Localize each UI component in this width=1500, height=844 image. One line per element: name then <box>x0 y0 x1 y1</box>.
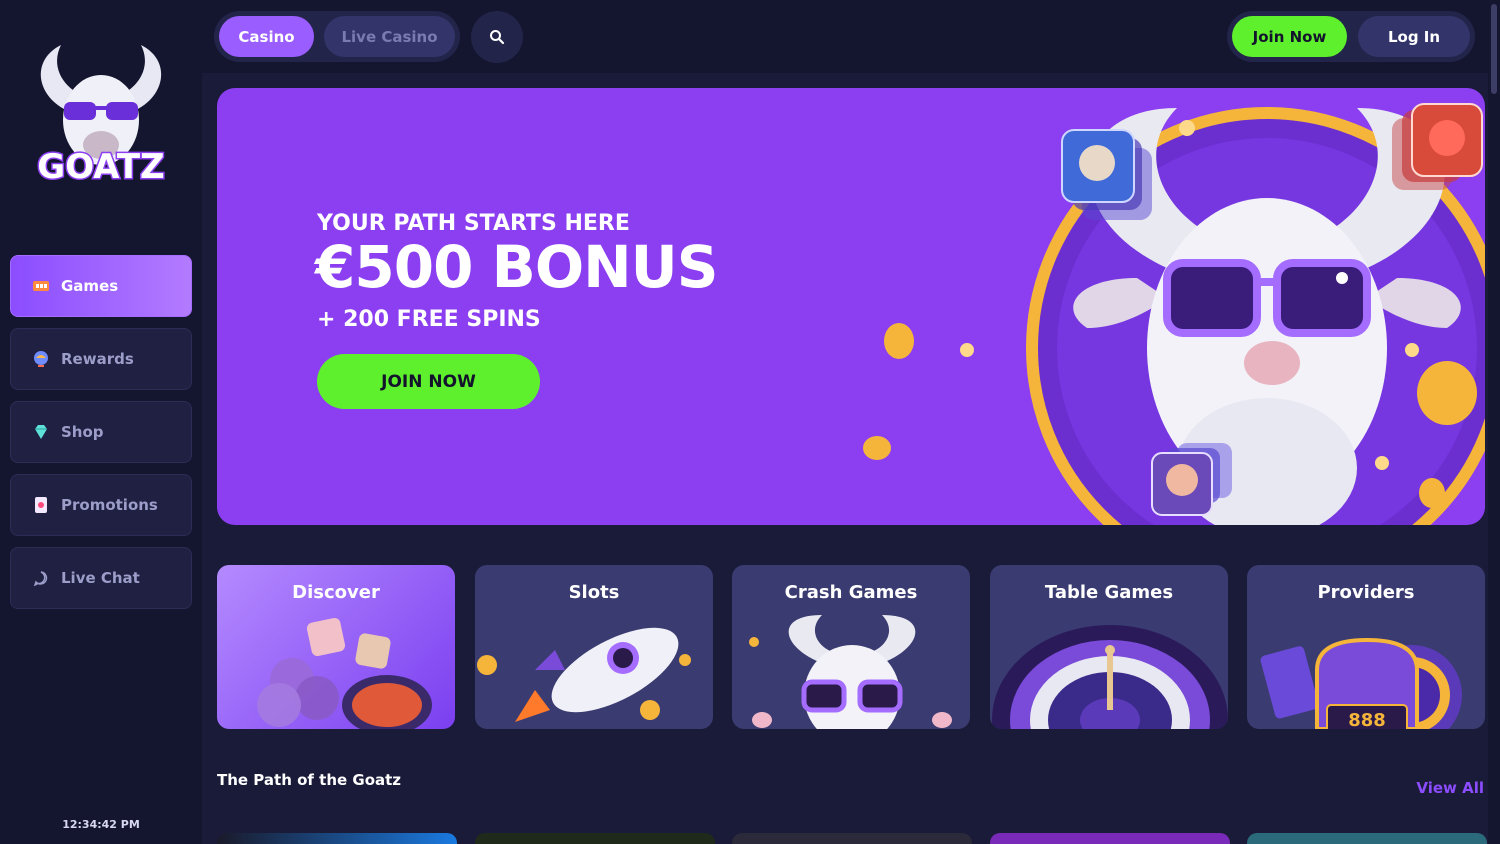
hero-title: €500 BONUS <box>315 233 719 301</box>
category-label: Slots <box>568 582 620 603</box>
hero-banner[interactable]: YOUR PATH STARTS HERE €500 BONUS + 200 F… <box>217 88 1485 525</box>
sidebar-item-live-chat[interactable]: Live Chat <box>10 547 192 609</box>
scrollbar-thumb[interactable] <box>1491 4 1497 94</box>
sidebar: GOATZ Games Rewards Shop Promotions Live… <box>0 0 202 844</box>
sidebar-item-games[interactable]: Games <box>10 255 192 317</box>
goat-mascot-illustration <box>863 103 1485 525</box>
game-thumbnail[interactable] <box>732 833 972 844</box>
auth-buttons: Join Now Log In <box>1227 11 1475 62</box>
tab-casino[interactable]: Casino <box>219 16 314 57</box>
sidebar-item-promotions[interactable]: Promotions <box>10 474 192 536</box>
roulette-icon <box>992 625 1228 729</box>
join-now-button[interactable]: Join Now <box>1232 16 1347 57</box>
game-thumbnail[interactable] <box>217 833 457 844</box>
search-icon <box>490 30 505 45</box>
sidebar-item-label: Live Chat <box>61 569 140 587</box>
gem-icon <box>31 422 51 442</box>
hero-free-spins: + 200 FREE SPINS <box>317 307 541 332</box>
dice-chips-icon <box>257 617 432 729</box>
category-table-games[interactable]: Table Games <box>990 565 1228 729</box>
clock: 12:34:42 PM <box>62 818 140 831</box>
scrollbar[interactable] <box>1488 0 1500 844</box>
category-label: Table Games <box>1044 582 1174 603</box>
category-slots[interactable]: Slots <box>475 565 713 729</box>
card-icon <box>31 495 51 515</box>
game-thumbnail[interactable] <box>1247 833 1487 844</box>
logo-text: GOATZ <box>37 147 164 187</box>
log-in-button[interactable]: Log In <box>1358 16 1470 57</box>
category-crash-games[interactable]: Crash Games <box>732 565 970 729</box>
category-label: Crash Games <box>784 582 918 603</box>
rocket-icon <box>477 627 691 722</box>
tab-switcher: Casino Live Casino <box>214 11 460 62</box>
chat-icon <box>31 568 51 588</box>
sidebar-item-label: Promotions <box>61 496 158 514</box>
section-title: The Path of the Goatz <box>217 771 402 789</box>
game-thumbnail[interactable] <box>990 833 1230 844</box>
view-all-link[interactable]: View All <box>1416 779 1484 797</box>
slot-machine-icon <box>31 276 51 296</box>
svg-text:888: 888 <box>1348 710 1386 729</box>
globe-icon <box>31 349 51 369</box>
category-providers[interactable]: Providers 888 <box>1247 565 1485 729</box>
tab-live-casino[interactable]: Live Casino <box>324 16 455 57</box>
sidebar-item-label: Shop <box>61 423 104 441</box>
sidebar-item-rewards[interactable]: Rewards <box>10 328 192 390</box>
category-discover[interactable]: Discover <box>217 565 455 729</box>
sidebar-item-label: Games <box>61 277 119 295</box>
goatz-logo[interactable]: GOATZ <box>26 40 176 200</box>
goat-icon <box>749 615 952 729</box>
sidebar-item-label: Rewards <box>61 350 134 368</box>
slot-machine-icon: 888 <box>1260 637 1462 729</box>
game-thumbnail[interactable] <box>475 833 715 844</box>
category-label: Providers <box>1317 582 1415 603</box>
sidebar-item-shop[interactable]: Shop <box>10 401 192 463</box>
hero-join-now-button[interactable]: JOIN NOW <box>317 354 540 409</box>
search-button[interactable] <box>471 11 523 63</box>
category-label: Discover <box>292 582 380 603</box>
top-bar: Casino Live Casino Join Now Log In <box>202 0 1500 73</box>
